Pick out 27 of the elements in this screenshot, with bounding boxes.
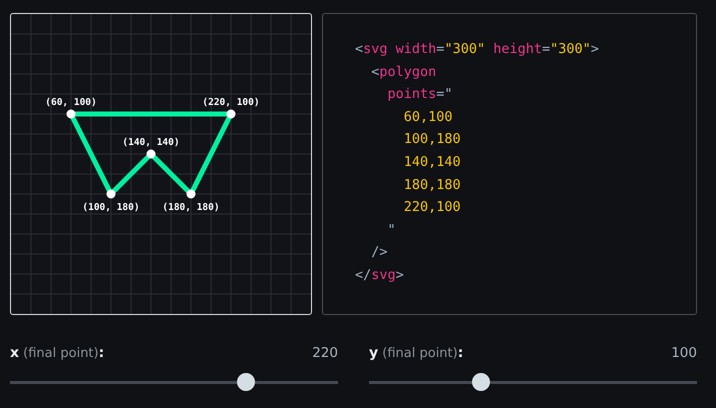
point-label: (140, 140) xyxy=(122,137,180,148)
point-handle[interactable] xyxy=(66,110,76,118)
code-line: <polygon xyxy=(371,62,436,82)
point-handle[interactable] xyxy=(186,190,196,198)
point-label: (100, 180) xyxy=(82,202,140,213)
code-line: 220,100 xyxy=(404,198,461,218)
slider-label: y (final point): xyxy=(369,345,464,361)
point-handle[interactable] xyxy=(146,150,156,158)
point-handle[interactable] xyxy=(226,110,236,118)
point-label: (60, 100) xyxy=(45,97,97,108)
code-line: 60,100 xyxy=(404,108,453,127)
code-line: 140,140 xyxy=(404,152,461,172)
code-line: points=" xyxy=(388,85,453,104)
slider-value: 220 xyxy=(312,345,338,361)
point-handle[interactable] xyxy=(106,190,116,198)
code-line: <svg width="300" height="300"> xyxy=(355,40,599,59)
code-line: " xyxy=(388,220,396,240)
code-line: </svg> xyxy=(355,266,404,285)
slider-thumb[interactable] xyxy=(472,373,490,391)
code-line: 180,180 xyxy=(404,176,461,195)
slider-label: x (final point): xyxy=(10,345,104,361)
code-line: /> xyxy=(371,243,388,262)
point-label: (220, 100) xyxy=(202,97,260,108)
slider-thumb[interactable] xyxy=(237,373,256,391)
code-line: 100,180 xyxy=(404,130,461,150)
slider-value: 100 xyxy=(671,345,697,361)
point-label: (180, 180) xyxy=(162,202,220,213)
